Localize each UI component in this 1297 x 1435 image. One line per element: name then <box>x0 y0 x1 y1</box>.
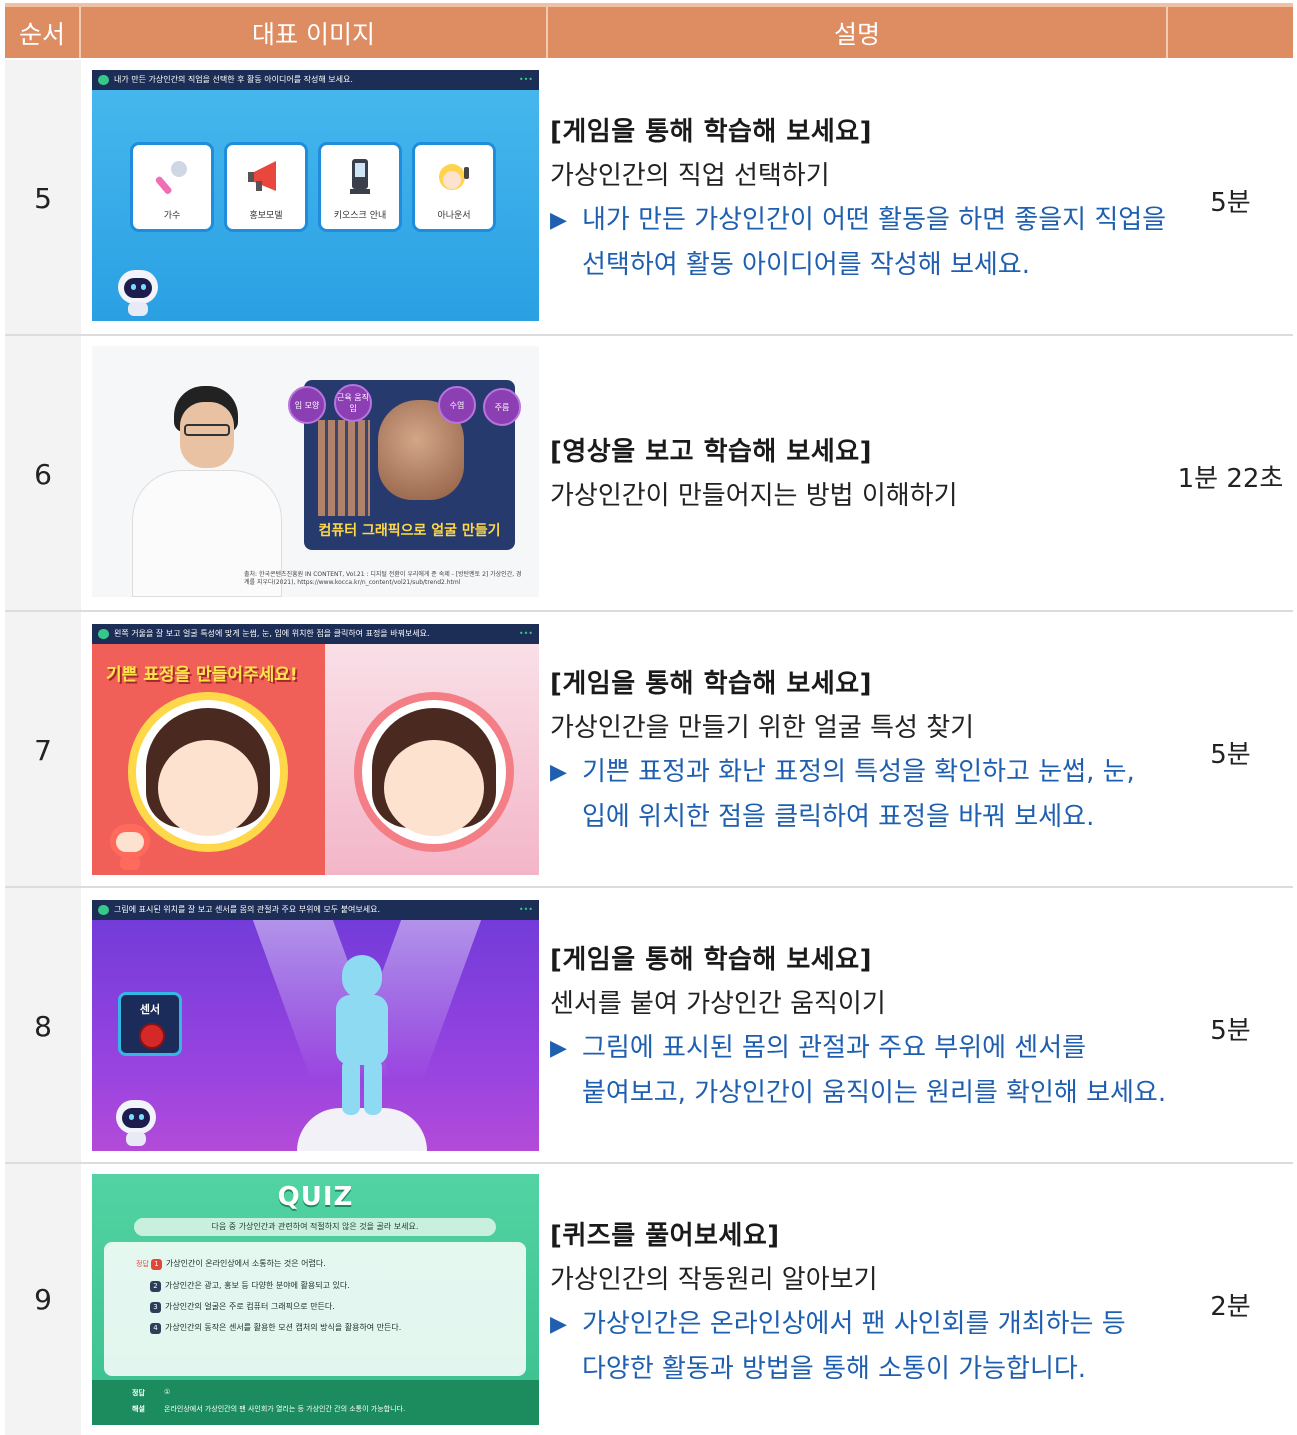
row-order: 5 <box>5 60 81 336</box>
header-image: 대표 이미지 <box>81 7 548 58</box>
bubble-wrinkle: 주름 <box>483 388 521 426</box>
sensor-button[interactable]: 센서 <box>118 992 182 1056</box>
table-row-7: 7 왼쪽 거울을 잘 보고 얼굴 특성에 맞게 눈썹, 눈, 입에 위치한 점을… <box>5 612 1293 888</box>
kiosk-icon <box>350 159 370 194</box>
row-subtitle: 센서를 붙여 가상인간 움직이기 <box>550 989 886 1019</box>
quiz-option-3[interactable]: 3 가상인간의 얼굴은 주로 컴퓨터 그래픽으로 만든다. <box>150 1301 335 1313</box>
table-row-8: 8 그림에 표시된 위치를 잘 보고 센서를 몸의 관절과 주요 부위에 모두 … <box>5 888 1293 1164</box>
row-note: ▶ 그림에 표시된 몸의 관절과 주요 부위에 센서를 붙여보고, 가상인간이 움직… <box>550 1026 1175 1116</box>
row-order: 6 <box>5 336 81 612</box>
robot-mascot-icon <box>112 1096 160 1148</box>
presenter-image <box>132 386 282 597</box>
bubble-muscle: 근육 움직임 <box>334 384 372 422</box>
thumb-job-selection[interactable]: 내가 만든 가상인간의 직업을 선택한 후 활동 아이디어를 작성해 보세요. •… <box>92 70 539 321</box>
editable-face[interactable] <box>354 692 514 852</box>
job-card-promo-model[interactable]: 홍보모델 <box>224 142 308 232</box>
triangle-right-icon: ▶ <box>550 208 567 233</box>
row-description: [게임을 통해 학습해 보세요] 센서를 붙여 가상인간 움직이기 ▶ 그림에 표… <box>550 938 1175 1116</box>
triangle-right-icon: ▶ <box>550 1036 567 1061</box>
row-description: [퀴즈를 풀어보세요] 가상인간의 작동원리 알아보기 ▶ 가상인간은 온라인상에… <box>550 1214 1175 1392</box>
row-description: [영상을 보고 학습해 보세요] 가상인간이 만들어지는 방법 이해하기 <box>550 430 1175 518</box>
bubble-beard: 수염 <box>438 386 476 424</box>
table-row-9: 9 QUIZ 다음 중 가상인간과 관련하여 적절하지 않은 것을 골라 보세요… <box>5 1164 1293 1435</box>
robot-mascot-icon <box>114 266 162 318</box>
row-order: 8 <box>5 888 81 1164</box>
row-subtitle: 가상인간이 만들어지는 방법 이해하기 <box>550 481 958 511</box>
quiz-option-4[interactable]: 4 가상인간의 동작은 센서를 활용한 모션 캡처의 방식을 활용하여 만든다. <box>150 1322 401 1334</box>
microphone-icon <box>155 161 187 195</box>
row-subtitle: 가상인간을 만들기 위한 얼굴 특성 찾기 <box>550 713 975 743</box>
row-order: 9 <box>5 1164 81 1435</box>
bubble-mouth: 입 모양 <box>288 386 326 424</box>
row-note: ▶ 가상인간은 온라인상에서 팬 사인회를 개최하는 등 다양한 활동과 방법을 통… <box>550 1302 1175 1392</box>
quiz-question: 다음 중 가상인간과 관련하여 적절하지 않은 것을 골라 보세요. <box>134 1218 496 1236</box>
quiz-option-1[interactable]: 정답 1 가상인간이 온라인상에서 소통하는 것은 어렵다. <box>136 1258 326 1270</box>
thumb-instruction-bar: 왼쪽 거울을 잘 보고 얼굴 특성에 맞게 눈썹, 눈, 입에 위치한 점을 클… <box>92 624 539 644</box>
row-time: 5분 <box>1210 1016 1251 1046</box>
character-mascot-icon <box>106 820 154 872</box>
header-order: 순서 <box>5 7 81 58</box>
job-card-kiosk-guide[interactable]: 키오스크 안내 <box>318 142 402 232</box>
row-title: [퀴즈를 풀어보세요] <box>550 1221 780 1251</box>
video-source: 출처: 한국콘텐츠진흥원 IN CONTENT, Vol.21 : 디지털 전환… <box>244 571 522 586</box>
row-title: [게임을 통해 학습해 보세요] <box>550 117 873 147</box>
thumb-quiz[interactable]: QUIZ 다음 중 가상인간과 관련하여 적절하지 않은 것을 골라 보세요. … <box>92 1174 539 1425</box>
row-order: 7 <box>5 612 81 888</box>
header-description: 설명 <box>548 7 1168 58</box>
thumb-instruction-bar: 내가 만든 가상인간의 직업을 선택한 후 활동 아이디어를 작성해 보세요. •… <box>92 70 539 90</box>
row-time: 5분 <box>1210 740 1251 770</box>
table-row-6: 6 컴퓨터 그래픽으로 얼굴 만들기 입 모양 근육 움직임 수염 주름 출처:… <box>5 336 1293 612</box>
row-title: [영상을 보고 학습해 보세요] <box>550 437 873 467</box>
table-header: 순서 대표 이미지 설명 <box>5 7 1293 58</box>
thumb-video[interactable]: 컴퓨터 그래픽으로 얼굴 만들기 입 모양 근육 움직임 수염 주름 출처: 한… <box>92 346 539 597</box>
job-card-singer[interactable]: 가수 <box>130 142 214 232</box>
thumb-sensor[interactable]: 그림에 표시된 위치를 잘 보고 센서를 몸의 관절과 주요 부위에 모두 붙여… <box>92 900 539 1151</box>
row-description: [게임을 통해 학습해 보세요] 가상인간을 만들기 위한 얼굴 특성 찾기 ▶… <box>550 662 1175 840</box>
header-time <box>1168 7 1293 58</box>
expression-banner: 기쁜 표정을 만들어주세요! <box>106 665 298 685</box>
row-note: ▶ 기쁜 표정과 화난 표정의 특성을 확인하고 눈썹, 눈, 입에 위치한 점을 … <box>550 750 1175 840</box>
row-note: ▶ 내가 만든 가상인간이 어떤 활동을 하면 좋을지 직업을 선택하여 활동 아이… <box>550 198 1175 288</box>
row-time: 1분 22초 <box>1177 464 1284 494</box>
row-time: 5분 <box>1210 188 1251 218</box>
row-description: [게임을 통해 학습해 보세요] 가상인간의 직업 선택하기 ▶ 내가 만든 가상… <box>550 110 1175 288</box>
announcer-icon <box>439 164 469 190</box>
megaphone-icon <box>248 161 276 191</box>
quiz-title: QUIZ <box>277 1182 354 1212</box>
quiz-option-2[interactable]: 2 가상인간은 광고, 홍보 등 다양한 분야에 활용되고 있다. <box>150 1280 350 1292</box>
thumb-face-expression[interactable]: 왼쪽 거울을 잘 보고 얼굴 특성에 맞게 눈썹, 눈, 입에 위치한 점을 클… <box>92 624 539 875</box>
row-time: 2분 <box>1210 1292 1251 1322</box>
table-row-5: 5 내가 만든 가상인간의 직업을 선택한 후 활동 아이디어를 작성해 보세요… <box>5 60 1293 336</box>
thumb-instruction-bar: 그림에 표시된 위치를 잘 보고 센서를 몸의 관절과 주요 부위에 모두 붙여… <box>92 900 539 920</box>
job-card-announcer[interactable]: 아나운서 <box>412 142 496 232</box>
triangle-right-icon: ▶ <box>550 1312 567 1337</box>
body-figure <box>322 955 402 1115</box>
quiz-answer-bar: 정답 ① 해설 온라인상에서 가상인간의 팬 사인회가 열리는 등 가상인간 간… <box>92 1380 539 1425</box>
row-subtitle: 가상인간의 작동원리 알아보기 <box>550 1265 878 1295</box>
row-subtitle: 가상인간의 직업 선택하기 <box>550 161 830 191</box>
row-title: [게임을 통해 학습해 보세요] <box>550 945 873 975</box>
triangle-right-icon: ▶ <box>550 760 567 785</box>
row-title: [게임을 통해 학습해 보세요] <box>550 669 873 699</box>
